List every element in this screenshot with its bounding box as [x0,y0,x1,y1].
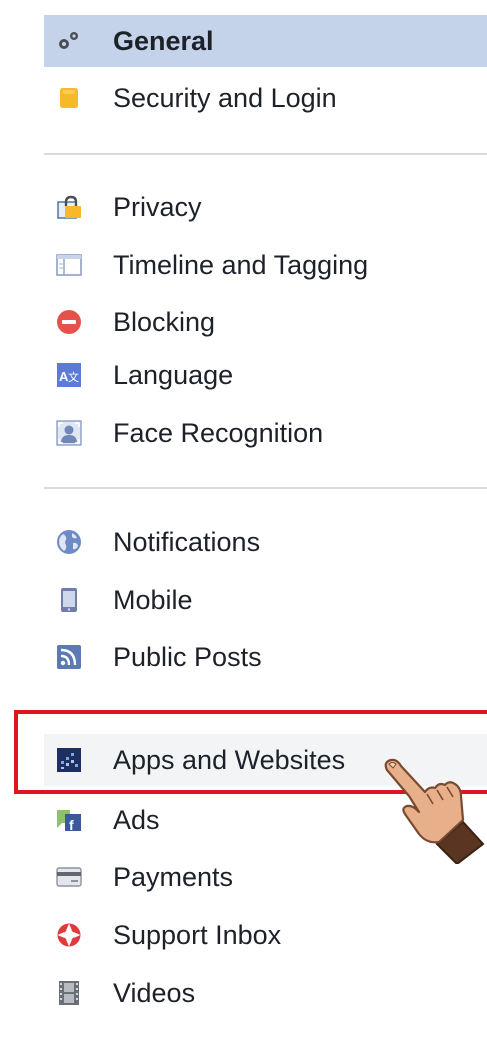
section-divider [44,487,487,489]
sidebar-item-label: Payments [113,862,234,892]
sidebar-item-videos[interactable]: Videos [44,967,487,1019]
sidebar-item-label: Notifications [113,527,261,557]
sidebar-item-general[interactable]: General [44,15,487,67]
rss-icon [56,644,82,670]
sidebar-item-label: Public Posts [113,642,262,672]
sidebar-item-label: Security and Login [113,83,337,113]
sidebar-item-support-inbox[interactable]: Support Inbox [44,909,487,961]
sidebar-item-language[interactable]: A 文 Language [44,349,487,401]
globe-icon [56,529,82,555]
sidebar-item-mobile[interactable]: Mobile [44,574,487,626]
sidebar-item-blocking[interactable]: Blocking [44,296,487,348]
sidebar-item-label: Language [113,360,234,390]
film-icon [56,980,82,1006]
sidebar-item-label: Videos [113,978,196,1008]
sidebar-item-public-posts[interactable]: Public Posts [44,631,487,683]
pointing-hand-icon [365,752,487,866]
sidebar-item-timeline-and-tagging[interactable]: Timeline and Tagging [44,239,487,291]
sidebar-item-label: Timeline and Tagging [113,250,369,280]
sidebar-item-label: Blocking [113,307,216,337]
lock-icon [56,194,82,220]
mobile-icon [56,587,82,613]
svg-text:文: 文 [68,370,79,384]
timeline-icon [56,252,82,278]
ads-icon: f [56,807,82,833]
language-icon: A 文 [56,362,82,388]
gears-icon [56,28,82,54]
sidebar-item-face-recognition[interactable]: Face Recognition [44,407,487,459]
lifebuoy-icon [56,922,82,948]
sidebar-item-label: Support Inbox [113,920,282,950]
sidebar-item-notifications[interactable]: Notifications [44,516,487,568]
sidebar-item-label: Ads [113,805,160,835]
blocking-icon [56,309,82,335]
sidebar-item-security-and-login[interactable]: Security and Login [44,72,487,124]
credit-card-icon [56,864,82,890]
sidebar-item-label: General [113,26,214,56]
svg-text:f: f [69,817,74,833]
sidebar-item-label: Mobile [113,585,193,615]
face-recognition-icon [56,420,82,446]
shield-icon [56,85,82,111]
sidebar-item-label: Privacy [113,192,202,222]
sidebar-item-privacy[interactable]: Privacy [44,181,487,233]
section-divider [44,153,487,155]
sidebar-item-label: Face Recognition [113,418,324,448]
